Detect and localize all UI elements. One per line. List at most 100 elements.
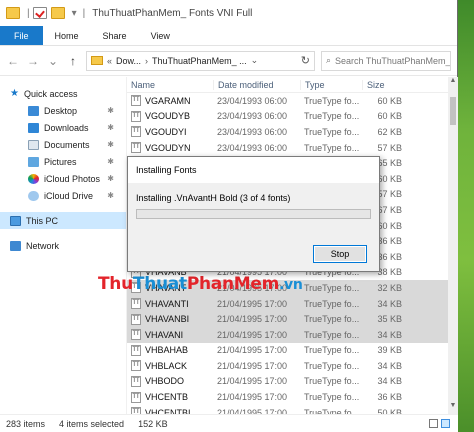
- new-folder-icon[interactable]: [50, 7, 65, 19]
- tab-share[interactable]: Share: [91, 26, 139, 45]
- watermark-part-a: Thu: [98, 274, 133, 294]
- vertical-scrollbar[interactable]: ▲ ▼: [448, 77, 458, 414]
- sidebar-item-this-pc[interactable]: This PC: [0, 212, 126, 229]
- column-header-size[interactable]: Size: [362, 79, 412, 90]
- table-row[interactable]: TT VHBAHAB 21/04/1995 17:00 TrueType fo... 3…: [127, 343, 458, 359]
- tab-home[interactable]: Home: [43, 26, 91, 45]
- item-count: 283 items: [6, 418, 46, 429]
- sidebar-item-icloud-photos[interactable]: iCloud Photos ✱: [0, 170, 126, 187]
- quick-access-dropdown-icon[interactable]: ▾: [72, 8, 77, 19]
- pin-icon: ✱: [107, 123, 114, 132]
- file-type: TrueType fo...: [304, 95, 360, 106]
- file-date: 21/04/1995 17:00: [217, 329, 288, 340]
- table-row[interactable]: TT VHBLACK 21/04/1995 17:00 TrueType fo... 3…: [127, 358, 458, 374]
- file-size: 57 KB: [377, 142, 402, 153]
- file-date: 21/04/1995 17:00: [217, 314, 288, 325]
- computer-icon: [10, 215, 21, 226]
- sidebar-item-documents[interactable]: Documents ✱: [0, 136, 126, 153]
- column-header-name[interactable]: Name: [127, 80, 213, 90]
- quick-access-separator: |: [27, 7, 30, 19]
- table-row[interactable]: TT VGOUDYN 23/04/1993 06:00 TrueType fo... 5…: [127, 140, 458, 156]
- sidebar-item-quick-access[interactable]: ★ Quick access: [0, 85, 126, 102]
- file-type: TrueType fo...: [304, 392, 360, 403]
- table-row[interactable]: TT VHAVANI 21/04/1995 17:00 TrueType fo... 3…: [127, 326, 458, 343]
- file-date: 23/04/1993 06:00: [217, 126, 288, 137]
- table-row[interactable]: TT VGOUDYI 23/04/1993 06:00 TrueType fo... 6…: [127, 124, 458, 140]
- truetype-font-icon: TT: [131, 344, 141, 356]
- search-box[interactable]: ⌕ Search ThuThuatPhanMem_ Fonts ...: [321, 50, 451, 71]
- file-name-cell: TT VGOUDYB: [127, 110, 213, 122]
- recent-dropdown-icon[interactable]: ⌄: [46, 54, 60, 68]
- desktop-icon: [28, 105, 39, 116]
- breadcrumb-chevron-icon[interactable]: ›: [145, 56, 148, 66]
- pin-icon: ✱: [107, 174, 114, 183]
- refresh-icon[interactable]: ↻: [301, 54, 310, 67]
- truetype-font-icon: TT: [131, 313, 141, 325]
- sidebar-item-icloud-drive[interactable]: iCloud Drive ✱: [0, 187, 126, 204]
- sidebar-item-label: iCloud Drive: [44, 190, 94, 201]
- selection-count: 4 items selected: [59, 418, 125, 429]
- status-bar: 283 items 4 items selected 152 KB: [0, 414, 458, 432]
- address-dropdown-icon[interactable]: ⌄: [251, 55, 259, 66]
- file-type: TrueType fo...: [304, 298, 360, 309]
- file-name: VGOUDYN: [145, 142, 191, 153]
- sidebar-item-downloads[interactable]: Downloads ✱: [0, 119, 126, 136]
- file-name: VGOUDYI: [145, 126, 187, 137]
- title-separator: |: [82, 7, 86, 19]
- column-header-type[interactable]: Type: [300, 79, 362, 90]
- table-row[interactable]: TT VHAVANTI 21/04/1995 17:00 TrueType fo...…: [127, 295, 458, 312]
- sidebar-item-label: iCloud Photos: [44, 173, 101, 184]
- truetype-font-icon: TT: [131, 391, 141, 403]
- dialog-title: Installing Fonts: [128, 157, 379, 183]
- desktop-wallpaper: [458, 0, 474, 432]
- watermark-part-c: PhanMem: [186, 274, 280, 294]
- table-row[interactable]: TT VGARAMN 23/04/1993 06:00 TrueType fo... 6…: [127, 93, 458, 109]
- sidebar-item-pictures[interactable]: Pictures ✱: [0, 153, 126, 170]
- explorer-window: | ▾ | ThuThuatPhanMem_ Fonts VNI Full Fi…: [0, 0, 458, 432]
- tab-view[interactable]: View: [139, 26, 182, 45]
- large-icons-view-icon[interactable]: [441, 419, 450, 428]
- stop-button[interactable]: Stop: [313, 245, 367, 263]
- breadcrumb-downloads[interactable]: Dow...: [116, 56, 141, 66]
- properties-icon[interactable]: [32, 7, 47, 19]
- view-switcher: [429, 419, 450, 428]
- search-icon: ⌕: [326, 55, 332, 65]
- overflow-chevron-icon[interactable]: «: [107, 56, 112, 66]
- tab-file[interactable]: File: [0, 26, 43, 45]
- file-size: 60 KB: [377, 111, 402, 122]
- scroll-down-icon[interactable]: ▼: [448, 402, 458, 414]
- file-type: TrueType fo...: [304, 314, 360, 325]
- navigation-pane: ★ Quick access Desktop ✱ Downloads ✱ Doc…: [0, 77, 127, 414]
- dialog-message: Installing .VnAvantH Bold (3 of 4 fonts): [136, 193, 291, 203]
- back-arrow-icon[interactable]: ←: [6, 54, 20, 68]
- folder-icon[interactable]: [6, 7, 20, 19]
- sidebar-item-desktop[interactable]: Desktop ✱: [0, 102, 126, 119]
- table-row[interactable]: TT VHCENTB 21/04/1995 17:00 TrueType fo... 3…: [127, 389, 458, 405]
- address-folder-icon: [91, 56, 103, 65]
- scroll-thumb[interactable]: [450, 97, 456, 125]
- file-type: TrueType fo...: [304, 126, 360, 137]
- file-date: 21/04/1995 17:00: [217, 360, 288, 371]
- breadcrumb-current-folder[interactable]: ThuThuatPhanMem_ ...: [152, 56, 247, 66]
- scroll-up-icon[interactable]: ▲: [448, 77, 458, 89]
- file-name: VHAVANBI: [145, 314, 190, 325]
- address-bar[interactable]: « Dow... › ThuThuatPhanMem_ ... ⌄ ↻: [86, 50, 315, 71]
- column-headers: Name Date modified Type Size: [127, 77, 458, 93]
- file-date: 23/04/1993 06:00: [217, 111, 288, 122]
- column-header-date[interactable]: Date modified: [213, 79, 300, 90]
- truetype-font-icon: TT: [131, 110, 141, 122]
- file-name: VHCENTB: [145, 392, 189, 403]
- file-date: 21/04/1995 17:00: [217, 376, 288, 387]
- table-row[interactable]: TT VHBODO 21/04/1995 17:00 TrueType fo... 34…: [127, 374, 458, 390]
- truetype-font-icon: TT: [131, 142, 141, 154]
- file-date: 21/04/1995 17:00: [217, 298, 288, 309]
- details-view-icon[interactable]: [429, 419, 438, 428]
- up-arrow-icon[interactable]: ↑: [66, 54, 80, 68]
- table-row[interactable]: TT VHAVANBI 21/04/1995 17:00 TrueType fo...…: [127, 311, 458, 327]
- table-row[interactable]: TT VGOUDYB 23/04/1993 06:00 TrueType fo... 6…: [127, 109, 458, 125]
- truetype-font-icon: TT: [131, 95, 141, 107]
- file-size: 39 KB: [377, 345, 402, 356]
- truetype-font-icon: TT: [131, 375, 141, 387]
- forward-arrow-icon[interactable]: →: [26, 54, 40, 68]
- sidebar-item-network[interactable]: Network: [0, 237, 126, 254]
